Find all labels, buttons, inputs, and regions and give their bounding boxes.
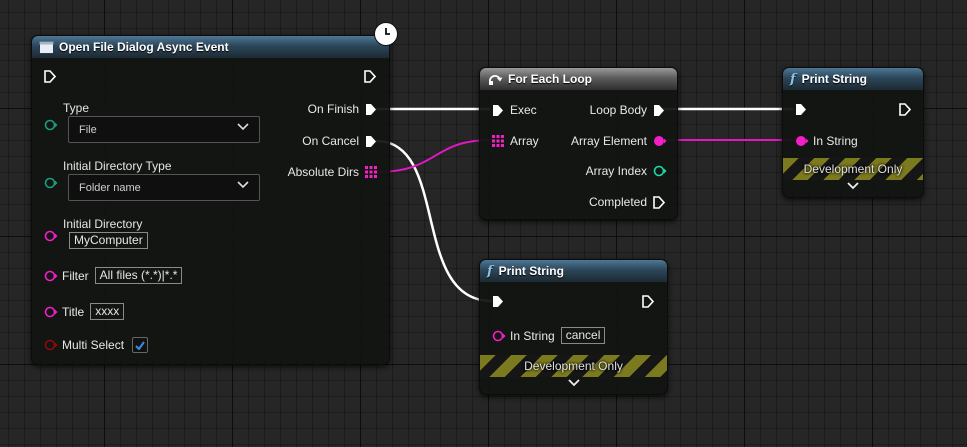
on-cancel-label: On Cancel <box>302 134 359 148</box>
string-pin-initial-dir[interactable] <box>44 229 58 242</box>
byte-pin-type[interactable] <box>44 118 58 131</box>
exec-pin-on-finish[interactable] <box>365 103 377 115</box>
absolute-dirs-row: Absolute Dirs <box>288 165 377 179</box>
wire-on-cancel-to-print-exec <box>375 139 493 303</box>
exec-row: Exec <box>492 103 537 117</box>
exec-pin-on-cancel[interactable] <box>365 135 377 147</box>
node-title: Print String <box>801 72 867 86</box>
array-element-label: Array Element <box>570 134 647 148</box>
string-pin-title[interactable] <box>44 306 58 318</box>
initial-dir-textbox[interactable]: MyComputer <box>69 232 148 249</box>
title-textbox[interactable]: xxxx <box>90 303 125 320</box>
chevron-down-icon <box>237 123 249 131</box>
expand-chevron-icon[interactable] <box>783 182 923 192</box>
bool-pin-multi-select[interactable] <box>44 339 58 351</box>
on-finish-label: On Finish <box>307 102 359 116</box>
title-label: Title <box>62 304 85 319</box>
array-index-row: Array Index <box>585 164 667 178</box>
completed-label: Completed <box>588 195 647 209</box>
exec-pin-completed[interactable] <box>653 196 666 209</box>
initial-dir-type-dropdown[interactable]: Folder name <box>68 174 260 201</box>
development-only-bar: Development Only <box>480 355 667 377</box>
window-icon <box>39 40 54 54</box>
print-string-node-bottom[interactable]: f Print String In String cancel Developm… <box>479 259 668 395</box>
array-label: Array <box>510 134 539 148</box>
chevron-down-icon <box>237 181 249 189</box>
filter-textbox[interactable]: All files (*.*)|*.* <box>94 267 183 284</box>
exec-in-pin[interactable] <box>492 295 504 307</box>
multi-select-checkbox[interactable] <box>132 337 149 353</box>
filter-label: Filter <box>62 268 89 283</box>
checkmark-icon <box>135 340 145 350</box>
expand-chevron-icon[interactable] <box>480 379 667 389</box>
string-pin-filter[interactable] <box>44 270 58 282</box>
for-each-loop-node[interactable]: For Each Loop Exec Array Loop Body Array… <box>479 67 678 220</box>
multi-select-label: Multi Select <box>62 338 125 352</box>
loop-body-row: Loop Body <box>590 103 665 117</box>
print-string-header[interactable]: f Print String <box>783 68 923 90</box>
string-pin-in-string[interactable] <box>492 330 506 342</box>
exec-label: Exec <box>510 103 537 117</box>
byte-pin-initial-dir-type[interactable] <box>44 176 58 189</box>
in-string-textbox[interactable]: cancel <box>560 327 606 344</box>
node-title: Print String <box>498 264 564 278</box>
in-string-row: In String <box>795 134 858 148</box>
exec-out-pin[interactable] <box>364 70 377 83</box>
array-pin-array[interactable] <box>492 135 504 147</box>
title-row: Title xxxx <box>44 303 125 320</box>
in-string-label: In String <box>813 134 858 148</box>
clock-icon <box>374 22 398 46</box>
array-row: Array <box>492 134 539 148</box>
wire-absolute-dirs-to-array <box>375 139 493 173</box>
exec-out-pin[interactable] <box>899 103 912 116</box>
exec-in-pin[interactable] <box>44 70 57 83</box>
initial-dir-type-label: Initial Directory Type <box>63 159 172 173</box>
open-file-dialog-header[interactable]: Open File Dialog Async Event <box>32 36 389 58</box>
development-only-bar: Development Only <box>783 158 923 180</box>
int-pin-array-index[interactable] <box>653 165 667 177</box>
function-icon: f <box>487 263 493 279</box>
absolute-dirs-label: Absolute Dirs <box>287 165 359 179</box>
exec-pin-loop-body[interactable] <box>653 104 665 116</box>
multi-select-row: Multi Select <box>44 337 149 353</box>
type-dropdown-value: File <box>79 123 97 136</box>
on-cancel-row: On Cancel <box>302 134 377 148</box>
in-string-label: In String <box>510 328 555 343</box>
on-finish-row: On Finish <box>308 102 377 116</box>
print-string-node-top[interactable]: f Print String In String Development Onl… <box>782 67 924 198</box>
completed-row: Completed <box>588 195 666 209</box>
array-element-row: Array Element <box>570 134 667 148</box>
print-string-header[interactable]: f Print String <box>480 260 667 282</box>
exec-out-pin[interactable] <box>642 295 655 308</box>
initial-dir-type-value: Folder name <box>79 181 141 194</box>
for-each-loop-header[interactable]: For Each Loop <box>480 68 677 90</box>
loop-icon <box>487 72 503 86</box>
development-only-label: Development Only <box>524 359 623 373</box>
string-pin-in-string[interactable] <box>795 135 809 147</box>
open-file-dialog-node[interactable]: Open File Dialog Async Event Type File I… <box>31 35 390 365</box>
exec-pin-exec[interactable] <box>492 104 504 116</box>
array-pin-absolute-dirs[interactable] <box>365 166 377 178</box>
function-icon: f <box>790 71 796 87</box>
type-label: Type <box>63 101 90 115</box>
loop-body-label: Loop Body <box>589 103 647 117</box>
type-dropdown[interactable]: File <box>68 116 260 143</box>
in-string-row: In String cancel <box>492 327 606 344</box>
exec-in-pin[interactable] <box>795 103 807 115</box>
node-title: For Each Loop <box>508 72 592 86</box>
array-index-label: Array Index <box>585 164 647 178</box>
initial-dir-label: Initial Directory <box>63 217 143 231</box>
string-pin-array-element[interactable] <box>653 135 667 147</box>
filter-row: Filter All files (*.*)|*.* <box>44 267 183 284</box>
node-title: Open File Dialog Async Event <box>59 40 229 54</box>
development-only-label: Development Only <box>803 162 903 176</box>
